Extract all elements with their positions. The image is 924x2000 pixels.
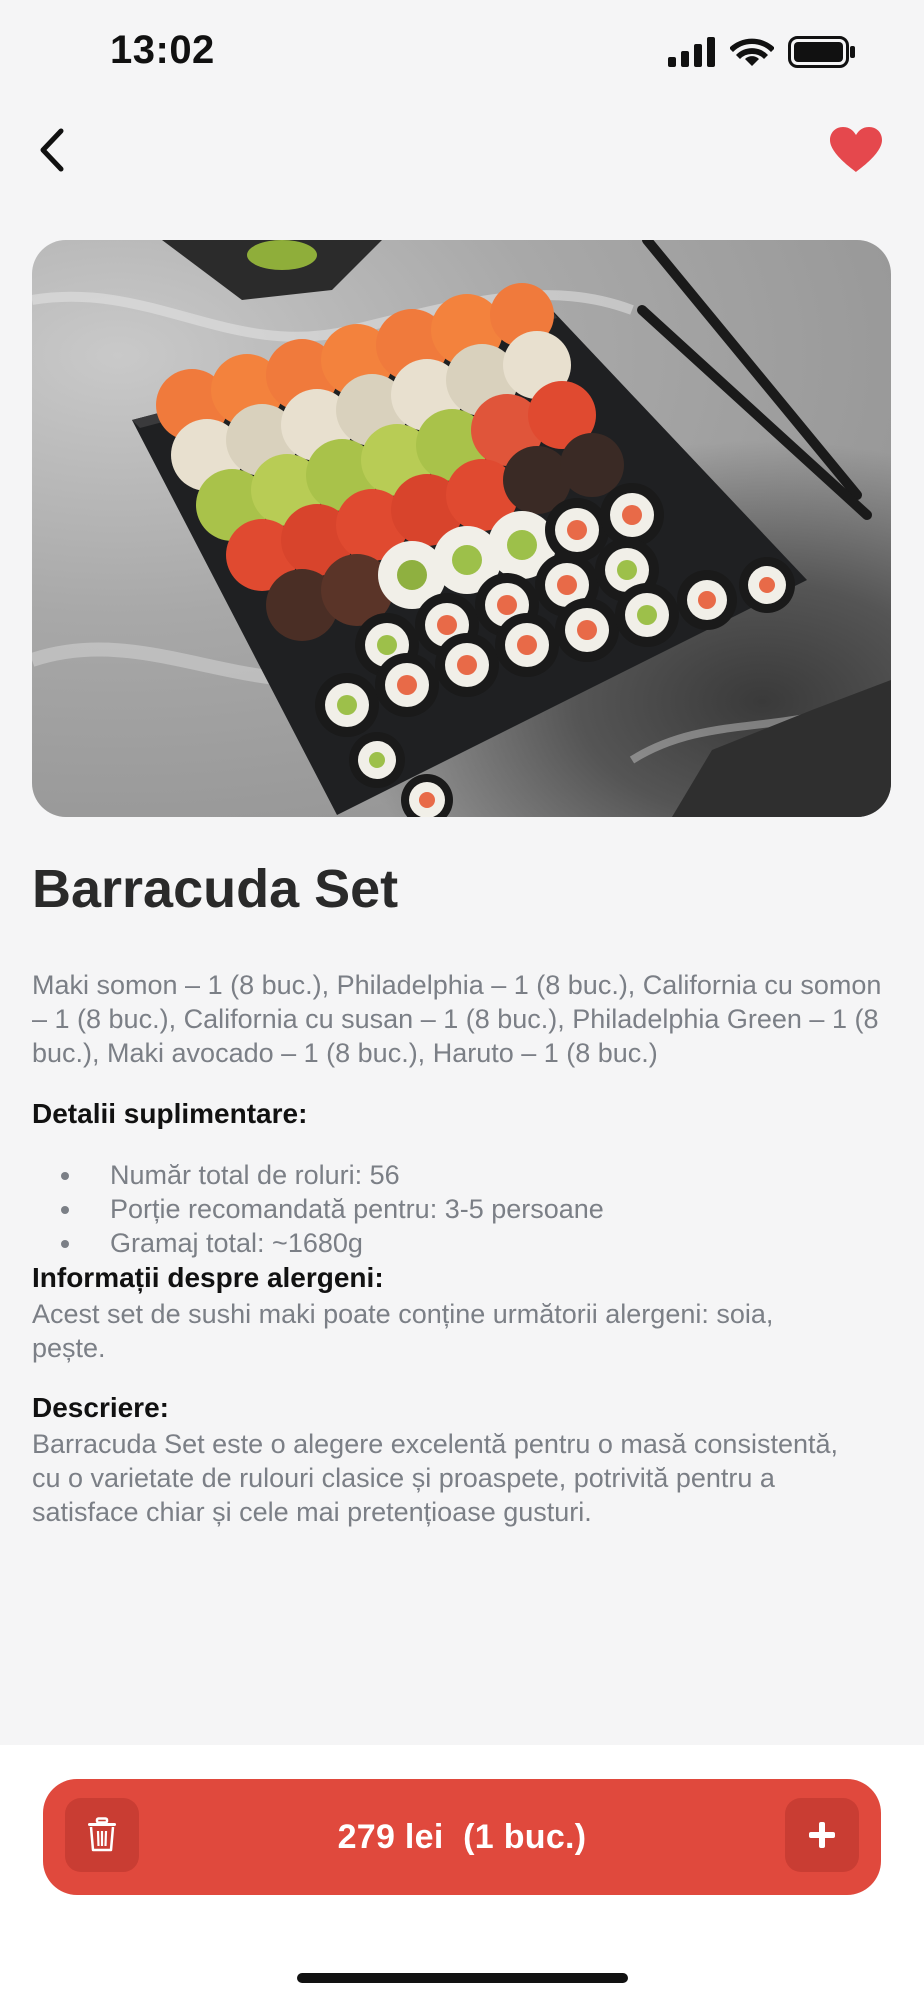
product-image: [32, 240, 891, 817]
cellular-signal-icon: [668, 37, 715, 67]
remove-button[interactable]: [65, 1798, 139, 1872]
status-time: 13:02: [110, 28, 215, 72]
back-button[interactable]: [22, 120, 82, 180]
status-icons: [668, 36, 856, 68]
description-heading: Descriere:: [32, 1392, 169, 1423]
wifi-icon: [730, 38, 774, 66]
status-bar: 13:02: [0, 0, 924, 110]
product-title: Barracuda Set: [32, 859, 399, 919]
heart-icon: [830, 127, 882, 172]
list-item: Număr total de roluri: 56: [32, 1158, 604, 1192]
chevron-left-icon: [40, 128, 64, 172]
add-button[interactable]: [785, 1798, 859, 1872]
cart-bar: 279 lei (1 buc.): [43, 1779, 881, 1895]
battery-icon: [788, 36, 855, 68]
home-indicator: [297, 1973, 628, 1983]
allergens-text: Acest set de sushi maki poate conține ur…: [32, 1299, 774, 1363]
details-heading: Detalii suplimentare:: [32, 1098, 308, 1129]
product-ingredients: Maki somon – 1 (8 buc.), Philadelphia – …: [32, 970, 882, 1068]
favorite-button[interactable]: [824, 120, 888, 180]
details-list: Număr total de roluri: 56 Porție recoman…: [32, 1158, 604, 1260]
plus-icon: [809, 1822, 835, 1848]
list-item: Gramaj total: ~1680g: [32, 1226, 604, 1260]
list-item: Porție recomandată pentru: 3-5 persoane: [32, 1192, 604, 1226]
cart-price-label[interactable]: 279 lei (1 buc.): [338, 1818, 587, 1857]
sushi-set-illustration: [32, 240, 891, 817]
allergens-heading: Informații despre alergeni:: [32, 1262, 384, 1293]
trash-icon: [88, 1817, 116, 1852]
description-text: Barracuda Set este o alegere excelentă p…: [32, 1429, 838, 1527]
